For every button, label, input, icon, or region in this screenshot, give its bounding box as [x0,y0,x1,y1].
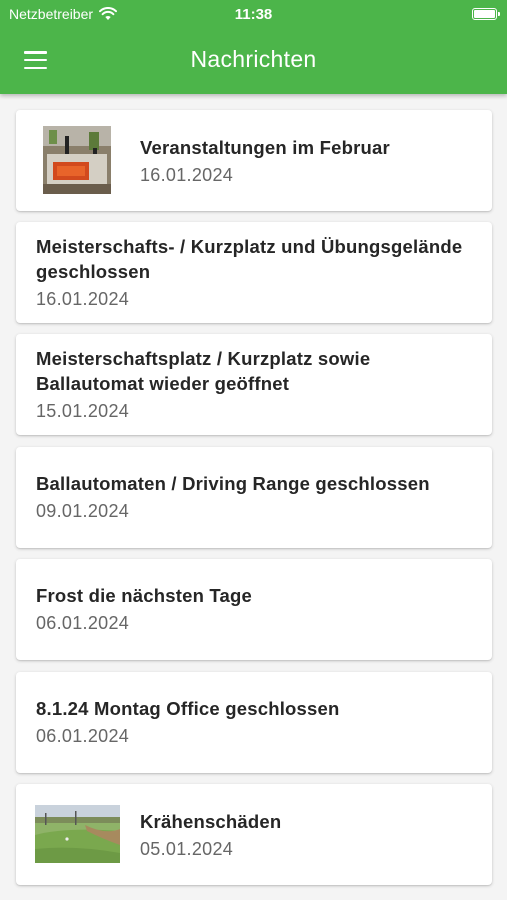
page-title: Nachrichten [190,46,317,72]
status-bar: Netzbetreiber 11:38 [0,0,507,28]
news-title-6: 8.1.24 Montag Office geschlossen [36,698,340,719]
news-item-2[interactable]: Meisterschafts- / Kurzplatz und Übungsge… [16,222,492,323]
news-date-3: 15.01.2024 [36,401,130,421]
news-date-1: 16.01.2024 [140,165,234,185]
news-title-4: Ballautomaten / Driving Range geschlosse… [36,473,430,494]
news-title-7: Krähenschäden [140,811,282,832]
news-date-5: 06.01.2024 [36,613,130,633]
news-item-1[interactable]: Veranstaltungen im Februar 16.01.2024 [16,110,492,211]
news-title-2: Meisterschafts- / Kurzplatz und Übungsge… [36,236,463,282]
news-item-7[interactable]: Krähenschäden 05.01.2024 [16,784,492,885]
news-thumbnail-1 [43,126,111,194]
news-date-6: 06.01.2024 [36,726,130,746]
status-time: 11:38 [234,6,273,23]
news-item-6[interactable]: 8.1.24 Montag Office geschlossen 06.01.2… [16,672,492,773]
news-date-4: 09.01.2024 [36,501,130,521]
news-title-3: Meisterschaftsplatz / Kurzplatz sowie Ba… [36,348,371,394]
news-title-1: Veranstaltungen im Februar [140,137,390,158]
news-item-4[interactable]: Ballautomaten / Driving Range geschlosse… [16,447,492,548]
news-item-3[interactable]: Meisterschaftsplatz / Kurzplatz sowie Ba… [16,334,492,435]
news-thumbnail-7 [35,805,120,863]
app-header: Netzbetreiber 11:38 Nachrichten [0,0,507,94]
news-title-5: Frost die nächsten Tage [36,585,253,606]
news-date-7: 05.01.2024 [140,839,234,859]
news-item-5[interactable]: Frost die nächsten Tage 06.01.2024 [16,559,492,660]
battery-icon [472,8,500,20]
news-date-2: 16.01.2024 [36,289,130,309]
